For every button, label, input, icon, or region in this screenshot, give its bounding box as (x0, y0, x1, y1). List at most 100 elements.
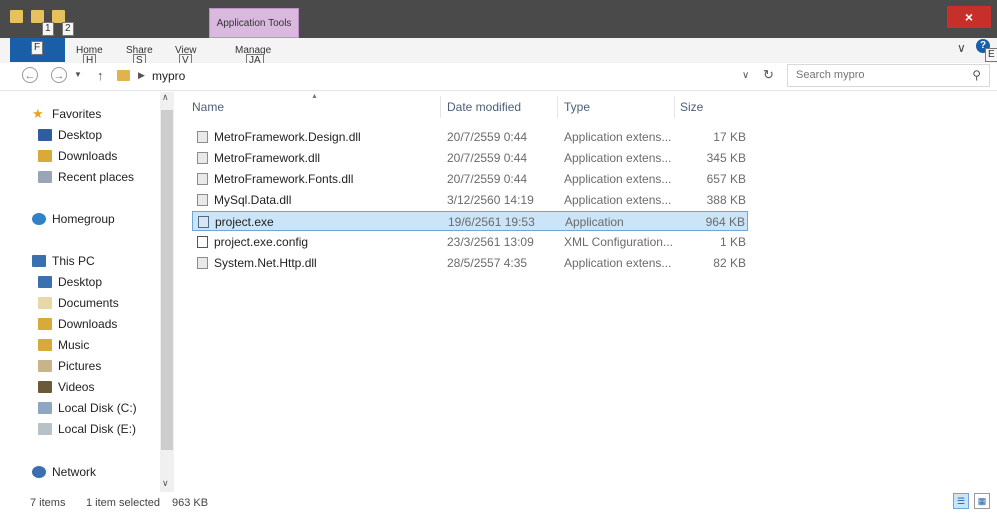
file-type: Application extens... (564, 172, 672, 186)
column-header-date[interactable]: Date modified (447, 100, 521, 114)
file-row[interactable]: MetroFramework.dll 20/7/2559 0:44 Applic… (192, 148, 748, 168)
nav-homegroup[interactable]: Homegroup (32, 210, 115, 228)
address-path[interactable]: mypro (152, 69, 185, 83)
file-row[interactable]: MetroFramework.Design.dll 20/7/2559 0:44… (192, 127, 748, 147)
search-box[interactable]: ⚲ (787, 64, 990, 87)
nav-item-local-disk-e[interactable]: Local Disk (E:) (38, 420, 136, 438)
context-tab-application-tools[interactable]: Application Tools (209, 8, 299, 38)
dll-icon (197, 152, 208, 164)
file-date: 23/3/2561 13:09 (447, 235, 534, 249)
column-divider[interactable] (440, 96, 441, 118)
dll-icon (197, 194, 208, 206)
file-date: 28/5/2557 4:35 (447, 256, 528, 270)
recent-locations-icon[interactable]: ▼ (74, 70, 82, 79)
nav-scrollbar-thumb[interactable] (161, 110, 173, 450)
file-row-selected[interactable]: project.exe 19/6/2561 19:53 Application … (192, 211, 748, 231)
keytip-1: 1 (42, 22, 54, 36)
file-size: 964 KB (705, 215, 745, 229)
dll-icon (197, 131, 208, 143)
file-row[interactable]: MySql.Data.dll 3/12/2560 14:19 Applicati… (192, 190, 748, 210)
nav-label: Documents (58, 296, 119, 310)
scroll-up-icon[interactable]: ∧ (162, 92, 169, 103)
file-size: 17 KB (713, 130, 746, 144)
nav-label: This PC (52, 254, 95, 268)
navigation-pane: ★ Favorites Desktop Downloads Recent pla… (0, 92, 175, 492)
refresh-icon[interactable]: ↻ (763, 67, 774, 83)
computer-icon (32, 255, 46, 267)
nav-label: Local Disk (E:) (58, 422, 137, 436)
file-name: project.exe (215, 215, 274, 229)
desktop-folder-icon (38, 276, 52, 288)
file-date: 3/12/2560 14:19 (447, 193, 534, 207)
status-selection: 1 item selected (86, 497, 160, 509)
config-icon (197, 236, 208, 248)
network-icon (32, 466, 46, 478)
status-items-count: 7 items (30, 497, 66, 509)
column-header-type[interactable]: Type (564, 100, 590, 114)
nav-item-music[interactable]: Music (38, 336, 89, 354)
column-header-size[interactable]: Size (680, 100, 703, 114)
details-view-icon[interactable]: ☰ (953, 493, 969, 509)
file-type: Application extens... (564, 130, 672, 144)
nav-item-downloads[interactable]: Downloads (38, 147, 117, 165)
close-button[interactable]: × (947, 6, 991, 28)
file-type: Application extens... (564, 151, 672, 165)
status-selection-size: 963 KB (172, 497, 209, 509)
ribbon-expand-icon[interactable]: ∨ (957, 41, 966, 55)
nav-item-pc-desktop[interactable]: Desktop (38, 273, 102, 291)
column-divider[interactable] (674, 96, 675, 118)
nav-item-recent-places[interactable]: Recent places (38, 168, 134, 186)
back-arrow-icon[interactable]: ← (22, 67, 38, 83)
nav-label: Pictures (58, 359, 102, 373)
file-type: XML Configuration... (564, 235, 673, 249)
nav-item-documents[interactable]: Documents (38, 294, 119, 312)
desktop-icon (38, 129, 52, 141)
downloads-icon (38, 318, 52, 330)
search-icon[interactable]: ⚲ (972, 68, 981, 82)
file-name: MetroFramework.Design.dll (214, 130, 361, 144)
column-header-name[interactable]: Name (192, 100, 224, 114)
nav-item-desktop[interactable]: Desktop (38, 126, 102, 144)
nav-item-pc-downloads[interactable]: Downloads (38, 315, 117, 333)
forward-arrow-icon[interactable]: → (51, 67, 67, 83)
file-type: Application extens... (564, 256, 672, 270)
up-arrow-icon[interactable]: ↑ (97, 68, 104, 83)
nav-item-pictures[interactable]: Pictures (38, 357, 101, 375)
file-row[interactable]: System.Net.Http.dll 28/5/2557 4:35 Appli… (192, 253, 748, 273)
recent-places-icon (38, 171, 52, 183)
nav-network[interactable]: Network (32, 463, 96, 481)
keytip-help: E (985, 48, 997, 62)
nav-item-local-disk-c[interactable]: Local Disk (C:) (38, 399, 137, 417)
music-icon (38, 339, 52, 351)
drive-icon (38, 402, 52, 414)
exe-icon (198, 216, 209, 228)
file-row[interactable]: project.exe.config 23/3/2561 13:09 XML C… (192, 232, 748, 252)
file-type: Application extens... (564, 193, 672, 207)
file-name: System.Net.Http.dll (214, 256, 317, 270)
nav-label: Homegroup (52, 212, 115, 226)
column-divider[interactable] (557, 96, 558, 118)
nav-favorites[interactable]: ★ Favorites (32, 105, 101, 123)
address-dropdown-icon[interactable]: ∨ (742, 70, 749, 81)
file-date: 20/7/2559 0:44 (447, 172, 528, 186)
large-icons-view-icon[interactable]: ▦ (974, 493, 990, 509)
nav-item-videos[interactable]: Videos (38, 378, 94, 396)
file-row[interactable]: MetroFramework.Fonts.dll 20/7/2559 0:44 … (192, 169, 748, 189)
downloads-icon (38, 150, 52, 162)
dll-icon (197, 173, 208, 185)
keytip-2: 2 (62, 22, 74, 36)
scroll-down-icon[interactable]: ∨ (162, 478, 169, 489)
title-bar (0, 0, 997, 38)
homegroup-icon (32, 213, 46, 225)
nav-label: Desktop (58, 128, 103, 142)
file-date: 20/7/2559 0:44 (447, 151, 528, 165)
nav-label: Recent places (58, 170, 135, 184)
search-input[interactable] (794, 68, 958, 82)
breadcrumb-chevron-icon[interactable]: ▶ (138, 70, 145, 81)
dll-icon (197, 257, 208, 269)
file-date: 20/7/2559 0:44 (447, 130, 528, 144)
documents-icon (38, 297, 52, 309)
nav-this-pc[interactable]: This PC (32, 252, 95, 270)
file-size: 82 KB (713, 256, 746, 270)
file-date: 19/6/2561 19:53 (448, 215, 535, 229)
